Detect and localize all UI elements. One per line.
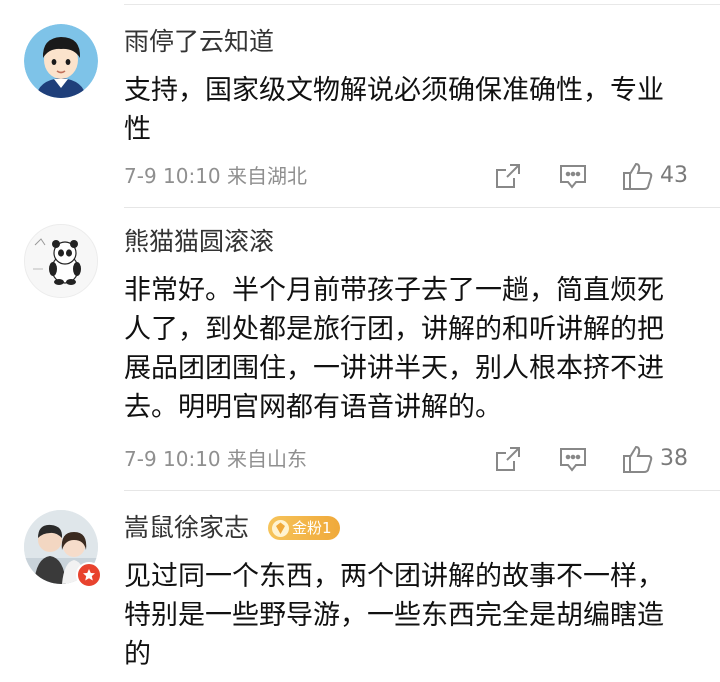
comment-text: 见过同一个东西，两个团讲解的故事不一样，特别是一些野导游，一些东西完全是胡编瞎造… bbox=[124, 561, 664, 670]
fan-badge-label: 金粉1 bbox=[292, 519, 332, 537]
share-icon[interactable] bbox=[494, 156, 522, 196]
username[interactable]: 嵩鼠徐家志 bbox=[124, 510, 249, 546]
username[interactable]: 熊猫猫圆滚滚 bbox=[124, 224, 274, 260]
fan-badge[interactable]: 金粉1 bbox=[268, 516, 340, 540]
avatar[interactable] bbox=[24, 224, 98, 298]
comment-text: 支持，国家级文物解说必须确保准确性，专业性 bbox=[124, 75, 664, 145]
avatar[interactable] bbox=[24, 24, 98, 98]
comment-text: 非常好。半个月前带孩子去了一趟，简直烦死人了，到处都是旅行团，讲解的和听讲解的把… bbox=[124, 275, 664, 423]
username[interactable]: 雨停了云知道 bbox=[124, 24, 274, 60]
thumbs-up-icon[interactable]: 43 bbox=[622, 156, 688, 196]
comment-actions: 43 bbox=[0, 156, 720, 196]
divider bbox=[124, 4, 720, 5]
reply-icon[interactable] bbox=[558, 156, 588, 196]
comment-actions: 38 bbox=[0, 439, 720, 479]
like-count: 38 bbox=[660, 446, 688, 471]
divider bbox=[124, 490, 720, 491]
verified-badge-icon bbox=[76, 562, 102, 588]
reply-icon[interactable] bbox=[558, 439, 588, 479]
thumbs-up-icon[interactable]: 38 bbox=[622, 439, 688, 479]
divider bbox=[124, 207, 720, 208]
share-icon[interactable] bbox=[494, 439, 522, 479]
comment-list: 雨停了云知道 支持，国家级文物解说必须确保准确性，专业性 7-9 10:10 来… bbox=[0, 0, 720, 682]
like-count: 43 bbox=[660, 163, 688, 188]
badge-gem-icon bbox=[272, 519, 289, 537]
